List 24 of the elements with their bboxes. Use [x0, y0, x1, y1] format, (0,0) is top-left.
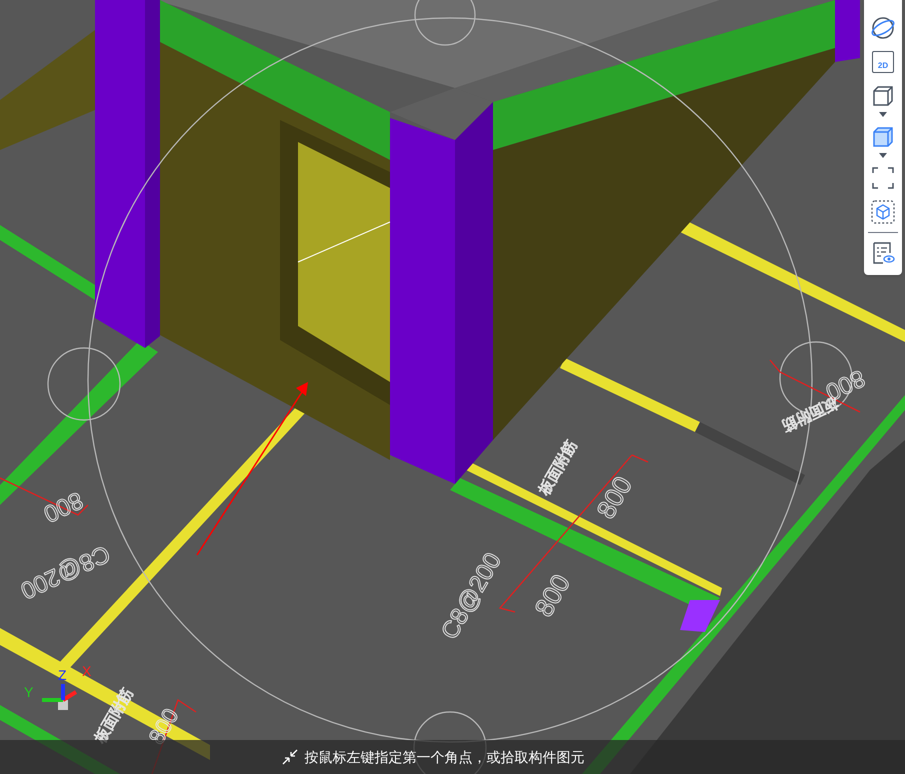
caret-icon[interactable] [879, 112, 887, 117]
axis-label: Z [58, 667, 67, 683]
cube-icon [871, 84, 895, 108]
annotation-text: 800 [528, 569, 576, 622]
shrink-arrows-icon [280, 748, 298, 766]
cube-icon [871, 125, 895, 149]
axis-label: X [82, 663, 92, 679]
annotation-text: 板面附筋 [536, 438, 580, 498]
orbit-handle[interactable] [47, 347, 121, 421]
annotation-text: 800 [590, 471, 638, 524]
annotation-text: 800 [39, 486, 88, 528]
toolbar-button[interactable]: 2D [868, 48, 898, 76]
status-prompt: 按鼠标左键指定第一个角点，或拾取构件图元 [304, 748, 584, 766]
orbit-icon [870, 15, 896, 41]
annotation-text: 800 [144, 704, 184, 748]
properties-icon [871, 241, 895, 265]
dashed-cube-icon [871, 200, 895, 224]
caret-icon[interactable] [879, 153, 887, 158]
dashed-frame-icon [871, 166, 895, 190]
orbit-handle[interactable] [414, 0, 476, 46]
view-2d-icon: 2D [872, 51, 894, 73]
annotation-text: 板面附筋 [92, 686, 136, 746]
axis-gizmo-drawing [42, 684, 78, 710]
axis-label: Y [24, 684, 34, 700]
